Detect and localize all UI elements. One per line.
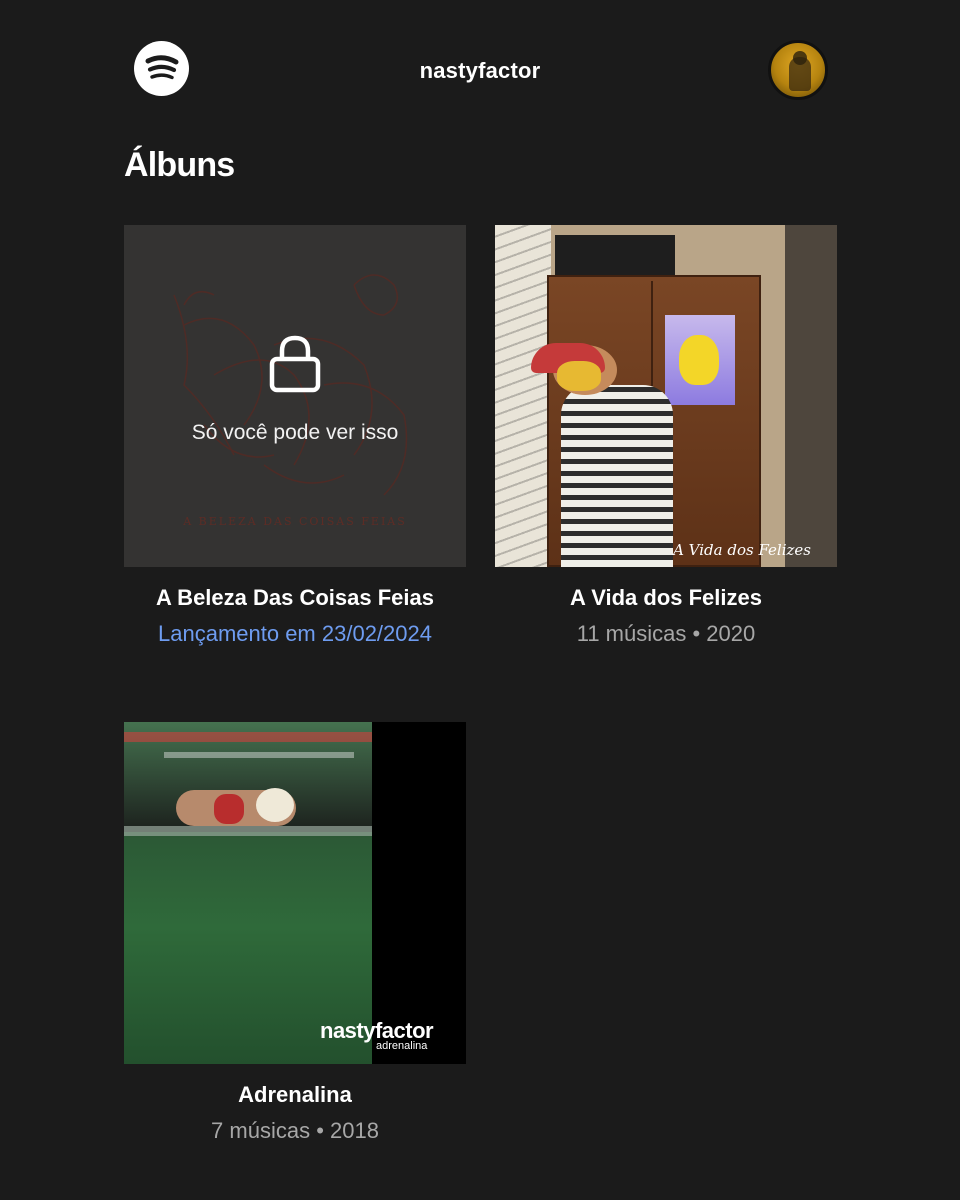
album-title[interactable]: A Vida dos Felizes: [495, 585, 837, 611]
album-card[interactable]: A BELEZA DAS COISAS FEIAS Só você pode v…: [124, 225, 466, 646]
glitch-stripe: [164, 752, 354, 758]
album-card[interactable]: nastyfactor adrenalina Adrenalina 7 músi…: [124, 722, 466, 1143]
album-meta: 7 músicas • 2018: [211, 1118, 379, 1143]
album-cover[interactable]: nastyfactor adrenalina: [124, 722, 466, 1064]
graffiti-panel: [495, 225, 551, 567]
cover-subcaption: adrenalina: [376, 1040, 428, 1052]
section-title: Álbuns: [124, 146, 235, 184]
cover-caption: A Vida dos Felizes: [673, 541, 811, 559]
private-overlay: Só você pode ver isso: [124, 225, 466, 567]
baby-hat: [256, 788, 294, 822]
album-cover[interactable]: A BELEZA DAS COISAS FEIAS Só você pode v…: [124, 225, 466, 567]
release-date: Lançamento em 23/02/2024: [158, 621, 432, 646]
baby-red-cloth: [214, 794, 244, 824]
person-striped-shirt: [561, 385, 673, 567]
profile-avatar[interactable]: [768, 40, 828, 100]
avatar-head: [793, 51, 807, 65]
private-label: Só você pode ver isso: [191, 421, 399, 444]
album-card[interactable]: A Vida dos Felizes A Vida dos Felizes 11…: [495, 225, 837, 646]
crib-rail: [124, 826, 372, 836]
glitch-stripe: [124, 732, 372, 742]
album-cover[interactable]: A Vida dos Felizes: [495, 225, 837, 567]
lock-icon: [269, 335, 321, 393]
pikachu-figure: [679, 335, 719, 385]
album-title[interactable]: Adrenalina: [124, 1082, 466, 1108]
album-title[interactable]: A Beleza Das Coisas Feias: [124, 585, 466, 611]
album-meta: 11 músicas • 2020: [576, 621, 756, 646]
yellow-mask: [557, 361, 601, 391]
top-bar: nastyfactor: [0, 0, 960, 140]
